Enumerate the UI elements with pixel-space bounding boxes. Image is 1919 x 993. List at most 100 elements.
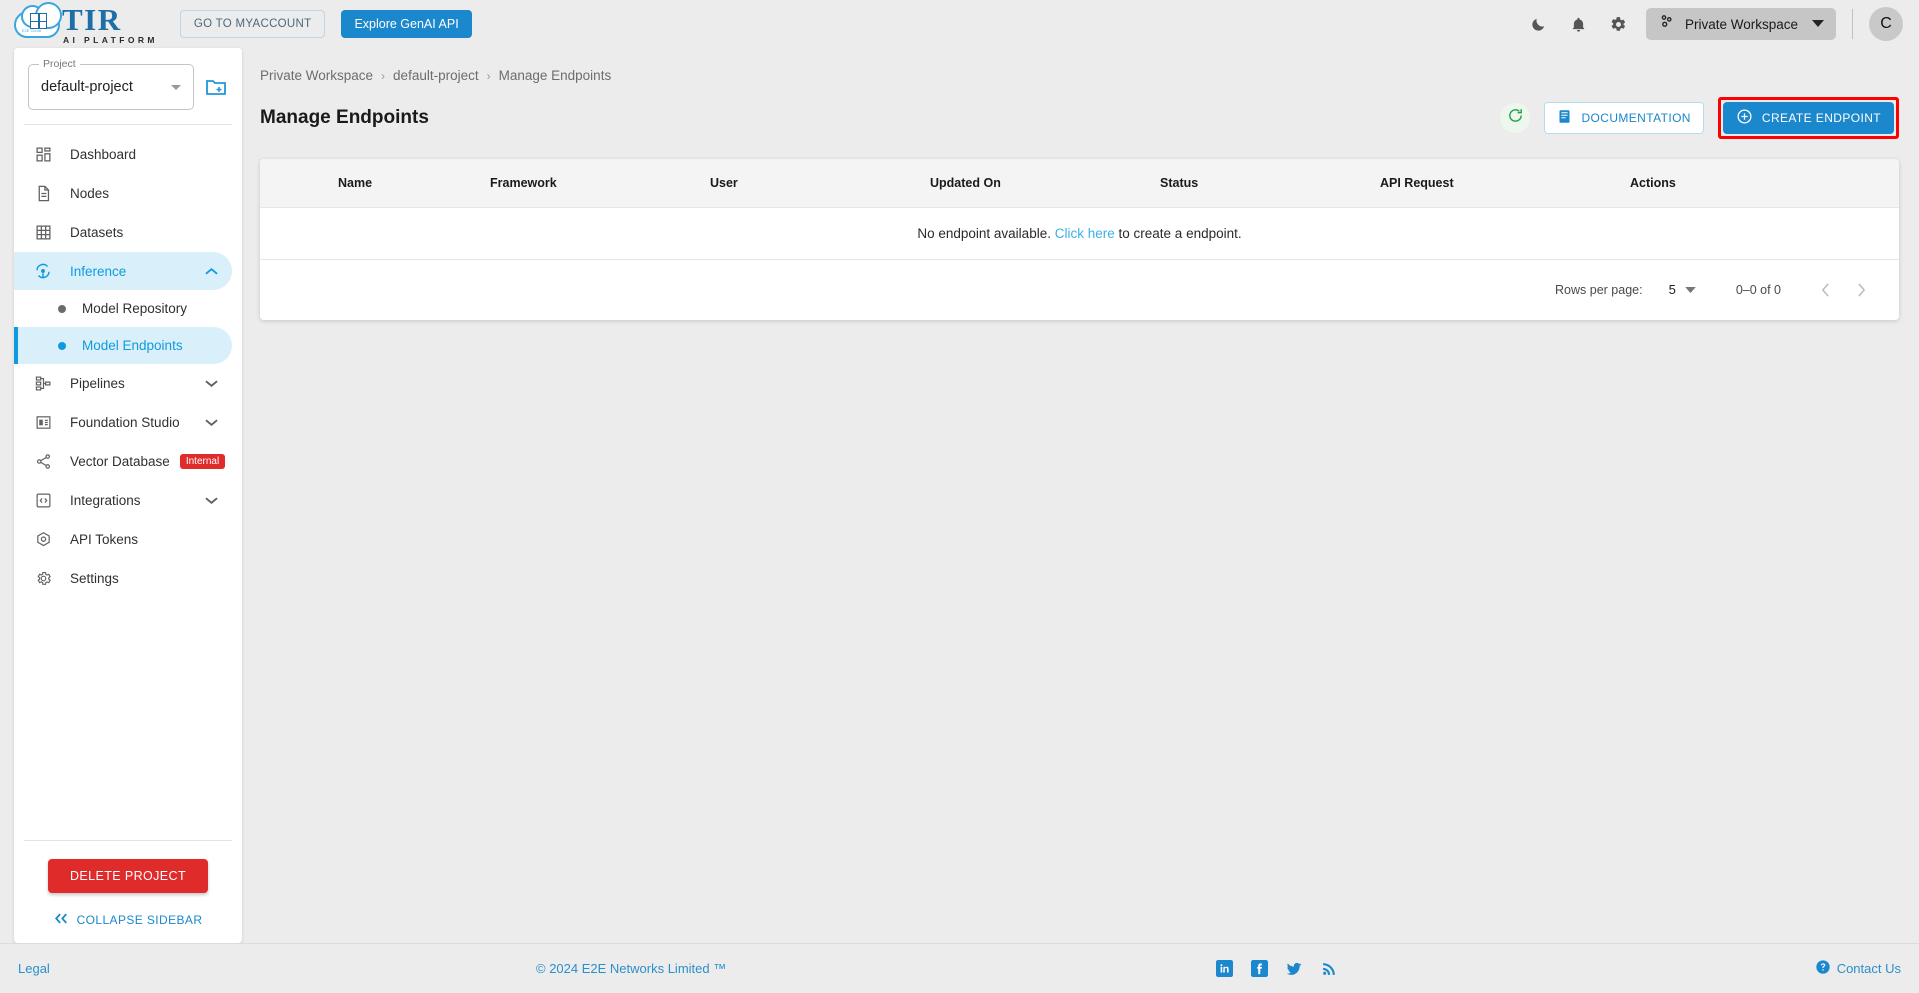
- rows-per-page-label: Rows per page:: [1555, 282, 1643, 297]
- sidebar-item-nodes[interactable]: Nodes: [14, 174, 232, 212]
- chevron-down-icon: [205, 418, 218, 427]
- explore-genai-api-button[interactable]: Explore GenAI API: [341, 10, 472, 38]
- refresh-icon: [1507, 107, 1524, 129]
- column-header-status: Status: [1160, 175, 1199, 190]
- refresh-button[interactable]: [1500, 103, 1531, 133]
- chevron-down-icon: [205, 379, 218, 388]
- sidebar-item-label: Integrations: [70, 492, 141, 508]
- rows-per-page-select[interactable]: 5: [1669, 282, 1696, 297]
- bell-icon[interactable]: [1566, 12, 1590, 36]
- bullet-icon: [58, 304, 66, 313]
- sidebar-item-model-endpoints[interactable]: Model Endpoints: [14, 327, 232, 364]
- linkedin-icon[interactable]: [1215, 960, 1233, 978]
- sidebar: Project default-project Dashboard Nodes …: [14, 48, 242, 943]
- gear-icon: [32, 567, 54, 589]
- sidebar-item-label: Vector Database: [70, 453, 170, 469]
- page-header: Manage Endpoints DOCUMENTATION CREATE EN…: [260, 97, 1899, 139]
- sidebar-item-vector-database[interactable]: Vector Database Internal: [14, 442, 232, 480]
- top-bar: E2E Cloud TIR AI PLATFORM GO TO MYACCOUN…: [0, 0, 1919, 48]
- breadcrumb: Private Workspace › default-project › Ma…: [260, 68, 1919, 83]
- twitter-icon[interactable]: [1285, 960, 1303, 978]
- help-circle-icon: [1815, 959, 1831, 978]
- chevron-up-icon: [205, 267, 218, 276]
- column-header-framework: Framework: [490, 175, 557, 190]
- create-endpoint-highlight: CREATE ENDPOINT: [1717, 97, 1899, 139]
- moon-icon[interactable]: [1526, 12, 1550, 36]
- collapse-sidebar-button[interactable]: COLLAPSE SIDEBAR: [14, 913, 242, 927]
- dashboard-icon: [32, 143, 54, 165]
- plus-circle-icon: [1736, 108, 1753, 128]
- column-header-actions: Actions: [1630, 175, 1676, 190]
- empty-state-link[interactable]: Click here: [1055, 226, 1115, 241]
- divider: [24, 840, 232, 841]
- gear-icon[interactable]: [1606, 12, 1630, 36]
- document-icon: [1557, 109, 1572, 127]
- project-select[interactable]: Project default-project: [28, 58, 194, 110]
- bullet-icon: [58, 341, 66, 350]
- chevron-down-icon: [1812, 15, 1824, 33]
- workspace-selector[interactable]: Private Workspace: [1646, 8, 1836, 40]
- column-header-api-request: API Request: [1380, 175, 1454, 190]
- main-content: Private Workspace › default-project › Ma…: [242, 48, 1919, 943]
- sidebar-item-label: Foundation Studio: [70, 414, 180, 430]
- workspace-nodes-icon: [1658, 13, 1676, 36]
- chevron-down-icon: [205, 496, 218, 505]
- sidebar-item-foundation-studio[interactable]: Foundation Studio: [14, 403, 232, 441]
- sidebar-item-label: Pipelines: [70, 375, 125, 391]
- chevron-left-icon[interactable]: [1815, 280, 1835, 300]
- sidebar-item-pipelines[interactable]: Pipelines: [14, 364, 232, 402]
- endpoints-table: Name Framework User Updated On Status AP…: [260, 159, 1899, 260]
- breadcrumb-item-current: Manage Endpoints: [498, 68, 612, 83]
- empty-state-text-after: to create a endpoint.: [1118, 225, 1242, 241]
- sidebar-item-inference[interactable]: Inference: [14, 252, 232, 290]
- divider: [1852, 9, 1853, 39]
- page-title: Manage Endpoints: [260, 107, 429, 128]
- breadcrumb-item-project[interactable]: default-project: [393, 68, 479, 83]
- sidebar-item-integrations[interactable]: Integrations: [14, 481, 232, 519]
- contact-us-link[interactable]: Contact Us: [1815, 959, 1901, 978]
- project-select-value: default-project: [41, 79, 133, 95]
- documentation-button[interactable]: DOCUMENTATION: [1544, 102, 1704, 134]
- table-empty-row: No endpoint available. Click here to cre…: [260, 206, 1899, 260]
- chevron-right-icon[interactable]: [1851, 280, 1871, 300]
- sidebar-item-datasets[interactable]: Datasets: [14, 213, 232, 251]
- sidebar-item-api-tokens[interactable]: API Tokens: [14, 520, 232, 558]
- endpoints-table-card: Name Framework User Updated On Status AP…: [260, 159, 1899, 320]
- legal-link[interactable]: Legal: [18, 961, 50, 976]
- sidebar-item-model-repository[interactable]: Model Repository: [14, 290, 232, 327]
- contact-us-label: Contact Us: [1836, 961, 1901, 976]
- sidebar-item-label: Settings: [70, 570, 119, 586]
- rss-icon[interactable]: [1320, 960, 1338, 978]
- sidebar-item-label: Dashboard: [70, 146, 137, 162]
- delete-project-button[interactable]: DELETE PROJECT: [48, 859, 208, 893]
- double-chevron-left-icon: [54, 913, 68, 927]
- create-endpoint-button[interactable]: CREATE ENDPOINT: [1722, 102, 1894, 134]
- tir-cloud-logo-icon: E2E Cloud: [14, 2, 62, 41]
- sidebar-item-settings[interactable]: Settings: [14, 559, 232, 597]
- brand-logo[interactable]: E2E Cloud TIR AI PLATFORM: [14, 1, 158, 45]
- documentation-label: DOCUMENTATION: [1581, 111, 1691, 125]
- breadcrumb-item-workspace[interactable]: Private Workspace: [260, 68, 373, 83]
- logo-subtitle: AI PLATFORM: [63, 34, 158, 45]
- table-header-row: Name Framework User Updated On Status AP…: [260, 159, 1899, 207]
- column-header-user: User: [710, 175, 738, 190]
- inference-icon: [32, 260, 54, 282]
- logo-title: TIR: [62, 1, 122, 37]
- table-pagination: Rows per page: 5 0–0 of 0: [260, 260, 1899, 320]
- copyright-text: © 2024 E2E Networks Limited ™: [536, 961, 727, 976]
- sidebar-item-label: Nodes: [70, 185, 110, 201]
- foundation-studio-icon: [32, 411, 54, 433]
- new-folder-icon[interactable]: [204, 75, 228, 99]
- project-select-legend: Project: [39, 58, 80, 70]
- empty-state-text-before: No endpoint available.: [917, 225, 1051, 241]
- column-header-updated-on: Updated On: [930, 175, 1001, 190]
- sidebar-item-dashboard[interactable]: Dashboard: [14, 135, 232, 173]
- avatar[interactable]: C: [1869, 7, 1903, 41]
- social-links: [1215, 960, 1338, 978]
- page-footer: Legal © 2024 E2E Networks Limited ™ Cont…: [0, 943, 1919, 993]
- token-hex-icon: [32, 528, 54, 550]
- chevron-down-icon: [1685, 282, 1696, 297]
- go-to-myaccount-button[interactable]: GO TO MYACCOUNT: [179, 10, 326, 38]
- workspace-label: Private Workspace: [1685, 16, 1799, 32]
- facebook-icon[interactable]: [1250, 960, 1268, 978]
